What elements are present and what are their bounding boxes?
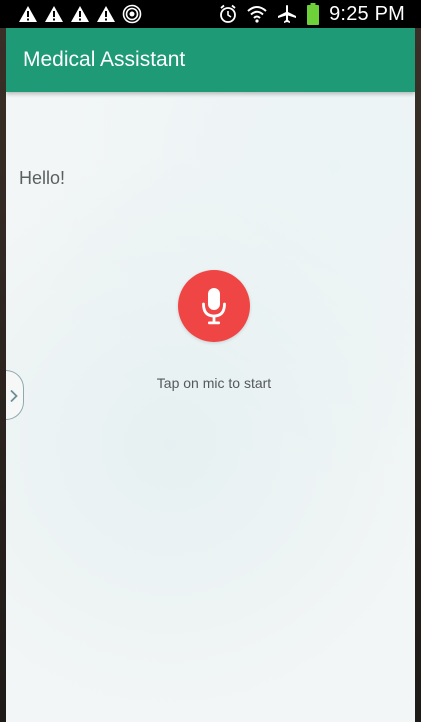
airplane-mode-icon [278, 5, 297, 23]
mic-button[interactable] [178, 270, 250, 342]
app-toolbar: Medical Assistant [6, 28, 415, 92]
app-screen: Medical Assistant Hello! Tap on mic to s… [6, 28, 415, 722]
phone-device: 9:25 PM Medical Assistant Hello! Tap on … [0, 0, 421, 722]
warning-icon [19, 6, 37, 22]
chevron-right-icon [10, 389, 18, 403]
battery-icon [307, 3, 320, 25]
warning-icon [97, 6, 115, 22]
system-icons: 9:25 PM [219, 3, 405, 25]
greeting-message: Hello! [19, 168, 66, 188]
alarm-icon [220, 4, 237, 23]
app-title: Medical Assistant [23, 48, 186, 71]
status-bar: 9:25 PM [0, 0, 421, 28]
microphone-icon [202, 288, 226, 325]
warning-icon [71, 6, 89, 22]
wifi-icon [247, 6, 267, 23]
notification-icons [18, 4, 142, 24]
status-time: 9:25 PM [329, 2, 405, 25]
mic-hint-text: Tap on mic to start [156, 375, 272, 391]
warning-icon [45, 6, 63, 22]
nfc-icon [122, 4, 142, 24]
